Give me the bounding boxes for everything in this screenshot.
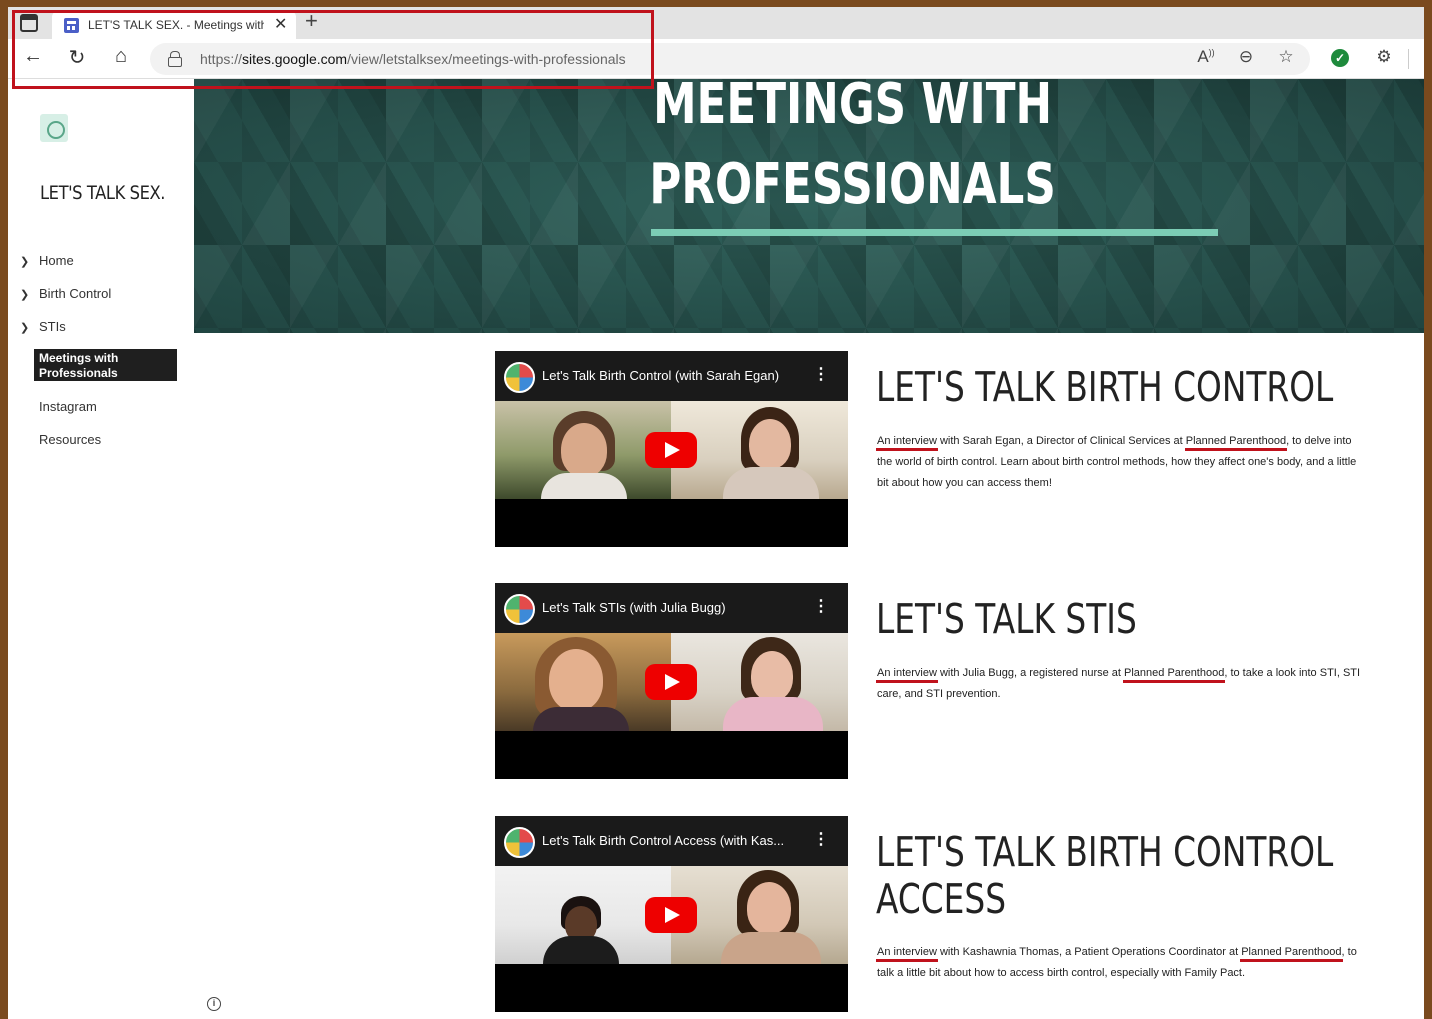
nav-item-instagram[interactable]: Instagram — [39, 399, 97, 414]
planned-parenthood-link[interactable]: Planned Parenthood — [1124, 667, 1224, 679]
video-embed-birth-control-access[interactable]: Let's Talk Birth Control Access (with Ka… — [495, 816, 848, 1012]
section-heading-stis: LET'S TALK STIS — [876, 595, 1137, 643]
chevron-down-icon[interactable]: ❯ — [20, 321, 39, 334]
planned-parenthood-link[interactable]: Planned Parenthood — [1241, 946, 1341, 958]
more-vertical-icon[interactable]: ⋮ — [813, 596, 829, 616]
nav-label: Home — [39, 253, 74, 268]
video-title[interactable]: Let's Talk STIs (with Julia Bugg) — [542, 600, 802, 615]
section-heading-birth-control: LET'S TALK BIRTH CONTROL — [876, 363, 1334, 411]
site-sidebar: LET'S TALK SEX. ❯ Home ❯ Birth Control ❯ ST… — [8, 80, 194, 1019]
site-title[interactable]: LET'S TALK SEX. — [40, 182, 165, 204]
description-text: with Sarah Egan, a Director of Clinical … — [936, 435, 1186, 447]
channel-avatar[interactable] — [504, 362, 535, 393]
planned-parenthood-link[interactable]: Planned Parenthood — [1186, 435, 1286, 447]
zoom-out-icon[interactable]: ⊖ — [1234, 47, 1258, 67]
extensions-puzzle-icon[interactable]: ⚙ — [1372, 47, 1396, 67]
page-title: MEETINGS WITH PROFESSIONALS — [275, 79, 1424, 225]
info-icon[interactable]: i — [207, 997, 221, 1011]
chevron-down-icon[interactable]: ❯ — [20, 288, 39, 301]
more-vertical-icon[interactable]: ⋮ — [813, 829, 829, 849]
section-heading-birth-control-access: LET'S TALK BIRTH CONTROL ACCESS — [876, 829, 1333, 923]
page-hero-banner: MEETINGS WITH PROFESSIONALS — [194, 79, 1424, 333]
description-text: with Kashawnia Thomas, a Patient Operati… — [936, 946, 1242, 958]
video-title[interactable]: Let's Talk Birth Control Access (with Ka… — [542, 833, 802, 848]
play-button-icon[interactable] — [645, 432, 697, 468]
play-button-icon[interactable] — [645, 664, 697, 700]
nav-item-resources[interactable]: Resources — [39, 432, 101, 447]
interview-link[interactable]: An interview — [877, 435, 937, 447]
description-text: with Julia Bugg, a registered nurse at — [936, 667, 1125, 679]
site-logo[interactable] — [40, 114, 68, 142]
interview-link[interactable]: An interview — [877, 946, 937, 958]
more-vertical-icon[interactable]: ⋮ — [813, 364, 829, 384]
section-description-birth-control-access: An interview with Kashawnia Thomas, a Pa… — [877, 942, 1369, 984]
hero-divider — [651, 229, 1218, 236]
nav-item-birth-control[interactable]: ❯ Birth Control — [20, 286, 111, 301]
toolbar-divider — [1408, 49, 1409, 69]
nav-label: STIs — [39, 319, 66, 334]
extension-check-icon[interactable]: ✓ — [1331, 49, 1349, 67]
annotation-highlight-box — [12, 10, 654, 89]
play-button-icon[interactable] — [645, 897, 697, 933]
chevron-down-icon[interactable]: ❯ — [20, 255, 39, 268]
page-title-line2: PROFESSIONALS — [649, 152, 1056, 217]
video-embed-birth-control[interactable]: Let's Talk Birth Control (with Sarah Ega… — [495, 351, 848, 547]
section-description-stis: An interview with Julia Bugg, a register… — [877, 663, 1369, 705]
nav-item-home[interactable]: ❯ Home — [20, 253, 74, 268]
interview-link[interactable]: An interview — [877, 667, 937, 679]
section-description-birth-control: An interview with Sarah Egan, a Director… — [877, 431, 1369, 494]
channel-avatar[interactable] — [504, 827, 535, 858]
video-header: Let's Talk STIs (with Julia Bugg) ⋮ — [495, 583, 848, 633]
section-heading-line2: ACCESS — [876, 875, 1007, 923]
video-embed-stis[interactable]: Let's Talk STIs (with Julia Bugg) ⋮ — [495, 583, 848, 779]
channel-avatar[interactable] — [504, 594, 535, 625]
nav-item-meetings-with-professionals[interactable]: Meetings with Professionals — [34, 349, 177, 381]
favorite-star-icon[interactable]: ☆ — [1274, 47, 1298, 67]
video-header: Let's Talk Birth Control (with Sarah Ega… — [495, 351, 848, 401]
video-header: Let's Talk Birth Control Access (with Ka… — [495, 816, 848, 866]
video-title[interactable]: Let's Talk Birth Control (with Sarah Ega… — [542, 368, 802, 383]
nav-label: Birth Control — [39, 286, 112, 301]
read-aloud-icon[interactable]: A)) — [1194, 47, 1218, 67]
nav-item-stis[interactable]: ❯ STIs — [20, 319, 66, 334]
section-heading-line1: LET'S TALK BIRTH CONTROL — [876, 828, 1334, 876]
